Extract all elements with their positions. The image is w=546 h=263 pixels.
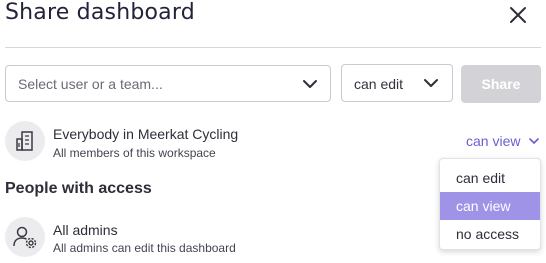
header-divider: [5, 47, 541, 48]
close-button[interactable]: [506, 3, 530, 27]
close-icon: [510, 7, 526, 23]
user-team-select[interactable]: Select user or a team...: [5, 65, 331, 102]
permission-select-value: can edit: [354, 76, 404, 92]
admins-name: All admins: [53, 222, 118, 238]
workspace-subtitle: All members of this workspace: [53, 146, 216, 160]
share-button[interactable]: Share: [461, 65, 541, 103]
chevron-down-icon: [303, 80, 317, 88]
admins-subtitle: All admins can edit this dashboard: [53, 241, 236, 255]
dropdown-option-can-view[interactable]: can view: [440, 192, 540, 220]
dialog-title: Share dashboard: [5, 0, 195, 25]
dropdown-option-no-access[interactable]: no access: [440, 220, 540, 248]
user-team-select-placeholder: Select user or a team...: [18, 76, 163, 92]
admins-avatar: [5, 217, 45, 257]
building-icon: [16, 131, 33, 151]
chevron-down-icon: [424, 79, 438, 87]
workspace-avatar: [5, 121, 45, 161]
workspace-permission-label: can view: [466, 133, 521, 149]
workspace-name: Everybody in Meerkat Cycling: [53, 126, 239, 142]
permission-dropdown-menu: can edit can view no access: [439, 158, 541, 250]
chevron-down-icon: [529, 137, 540, 144]
dropdown-option-can-edit[interactable]: can edit: [440, 164, 540, 192]
permission-select[interactable]: can edit: [341, 64, 453, 102]
people-with-access-heading: People with access: [5, 180, 152, 197]
user-settings-icon: [13, 226, 37, 249]
workspace-permission-trigger[interactable]: can view: [466, 133, 540, 149]
